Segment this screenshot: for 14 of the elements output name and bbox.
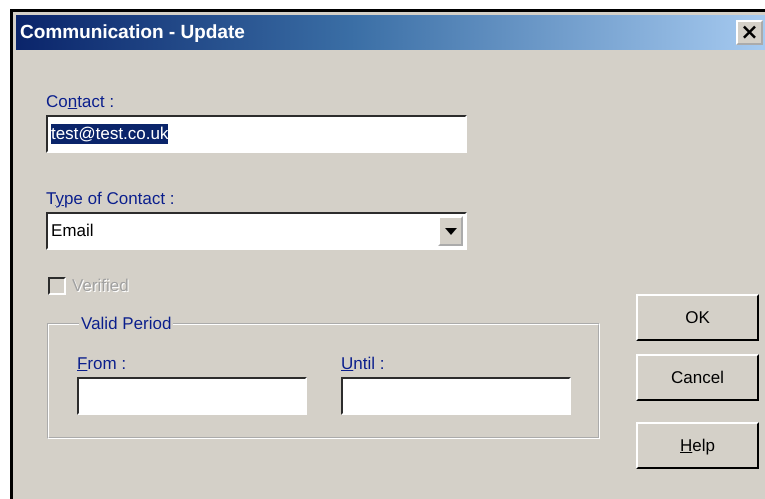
group-title: Valid Period — [80, 314, 172, 334]
contact-type-label: Type of Contact : — [46, 189, 175, 209]
close-button[interactable]: × — [736, 20, 763, 45]
date-field[interactable] — [341, 377, 571, 415]
date-label: From : — [77, 354, 128, 374]
contact-field[interactable]: test@test.co.uk — [46, 115, 467, 153]
contact-type-dropdown[interactable]: Email — [46, 212, 467, 250]
date-label: Until : — [341, 354, 386, 374]
contact-label: Contact : — [46, 92, 114, 112]
dialog-button[interactable]: OK — [636, 294, 759, 341]
dialog-button[interactable]: Help — [636, 422, 759, 469]
window-title: Communication - Update — [20, 22, 245, 44]
date-field[interactable] — [77, 377, 307, 415]
dialog-button[interactable]: Cancel — [636, 354, 759, 401]
